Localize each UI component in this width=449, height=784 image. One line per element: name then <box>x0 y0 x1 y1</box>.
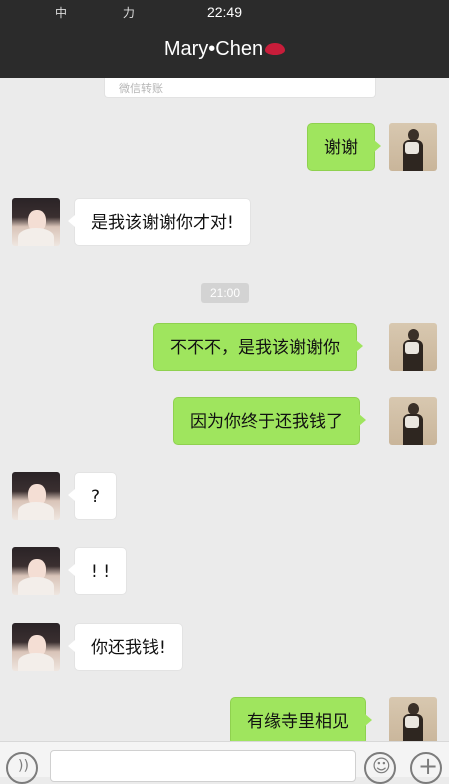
avatar-contact[interactable] <box>12 547 60 595</box>
avatar-me[interactable] <box>389 397 437 445</box>
avatar-contact[interactable] <box>12 623 60 671</box>
transfer-card[interactable]: 微信转账 <box>104 78 376 98</box>
message-bubble-received[interactable]: ? <box>67 472 118 520</box>
voice-icon[interactable]: )) <box>6 752 38 784</box>
avatar-contact[interactable] <box>12 472 60 520</box>
message-bubble-received[interactable]: 是我该谢谢你才对! <box>68 198 251 246</box>
message-timestamp: 21:00 <box>201 283 249 303</box>
contact-name: Mary•Chen <box>163 38 264 60</box>
avatar-me[interactable] <box>389 123 437 171</box>
input-bar: )) ☺ + <box>0 741 449 784</box>
plus-icon[interactable]: + <box>410 752 442 784</box>
chat-title[interactable]: Mary•Chen <box>0 38 449 61</box>
message-bubble-received[interactable]: ! ! <box>67 547 128 595</box>
message-bubble-sent[interactable]: 因为你终于还我钱了 <box>173 397 366 445</box>
message-bubble-sent[interactable]: 不不不，是我该谢谢你 <box>153 323 363 371</box>
status-time: 22:49 <box>206 4 243 20</box>
avatar-contact[interactable] <box>12 198 60 246</box>
chat-header: 中 力 22:49 Mary•Chen <box>0 0 449 78</box>
avatar-me[interactable] <box>389 323 437 371</box>
transfer-label: 微信转账 <box>119 82 163 95</box>
lips-emoji-icon <box>265 42 286 55</box>
avatar-me[interactable] <box>389 697 437 745</box>
emoji-icon[interactable]: ☺ <box>364 752 396 784</box>
message-bubble-sent[interactable]: 谢谢 <box>307 123 381 171</box>
message-bubble-sent[interactable]: 有缘寺里相见 <box>230 697 372 745</box>
message-bubble-received[interactable]: 你还我钱! <box>68 623 183 671</box>
message-input[interactable] <box>50 750 356 782</box>
